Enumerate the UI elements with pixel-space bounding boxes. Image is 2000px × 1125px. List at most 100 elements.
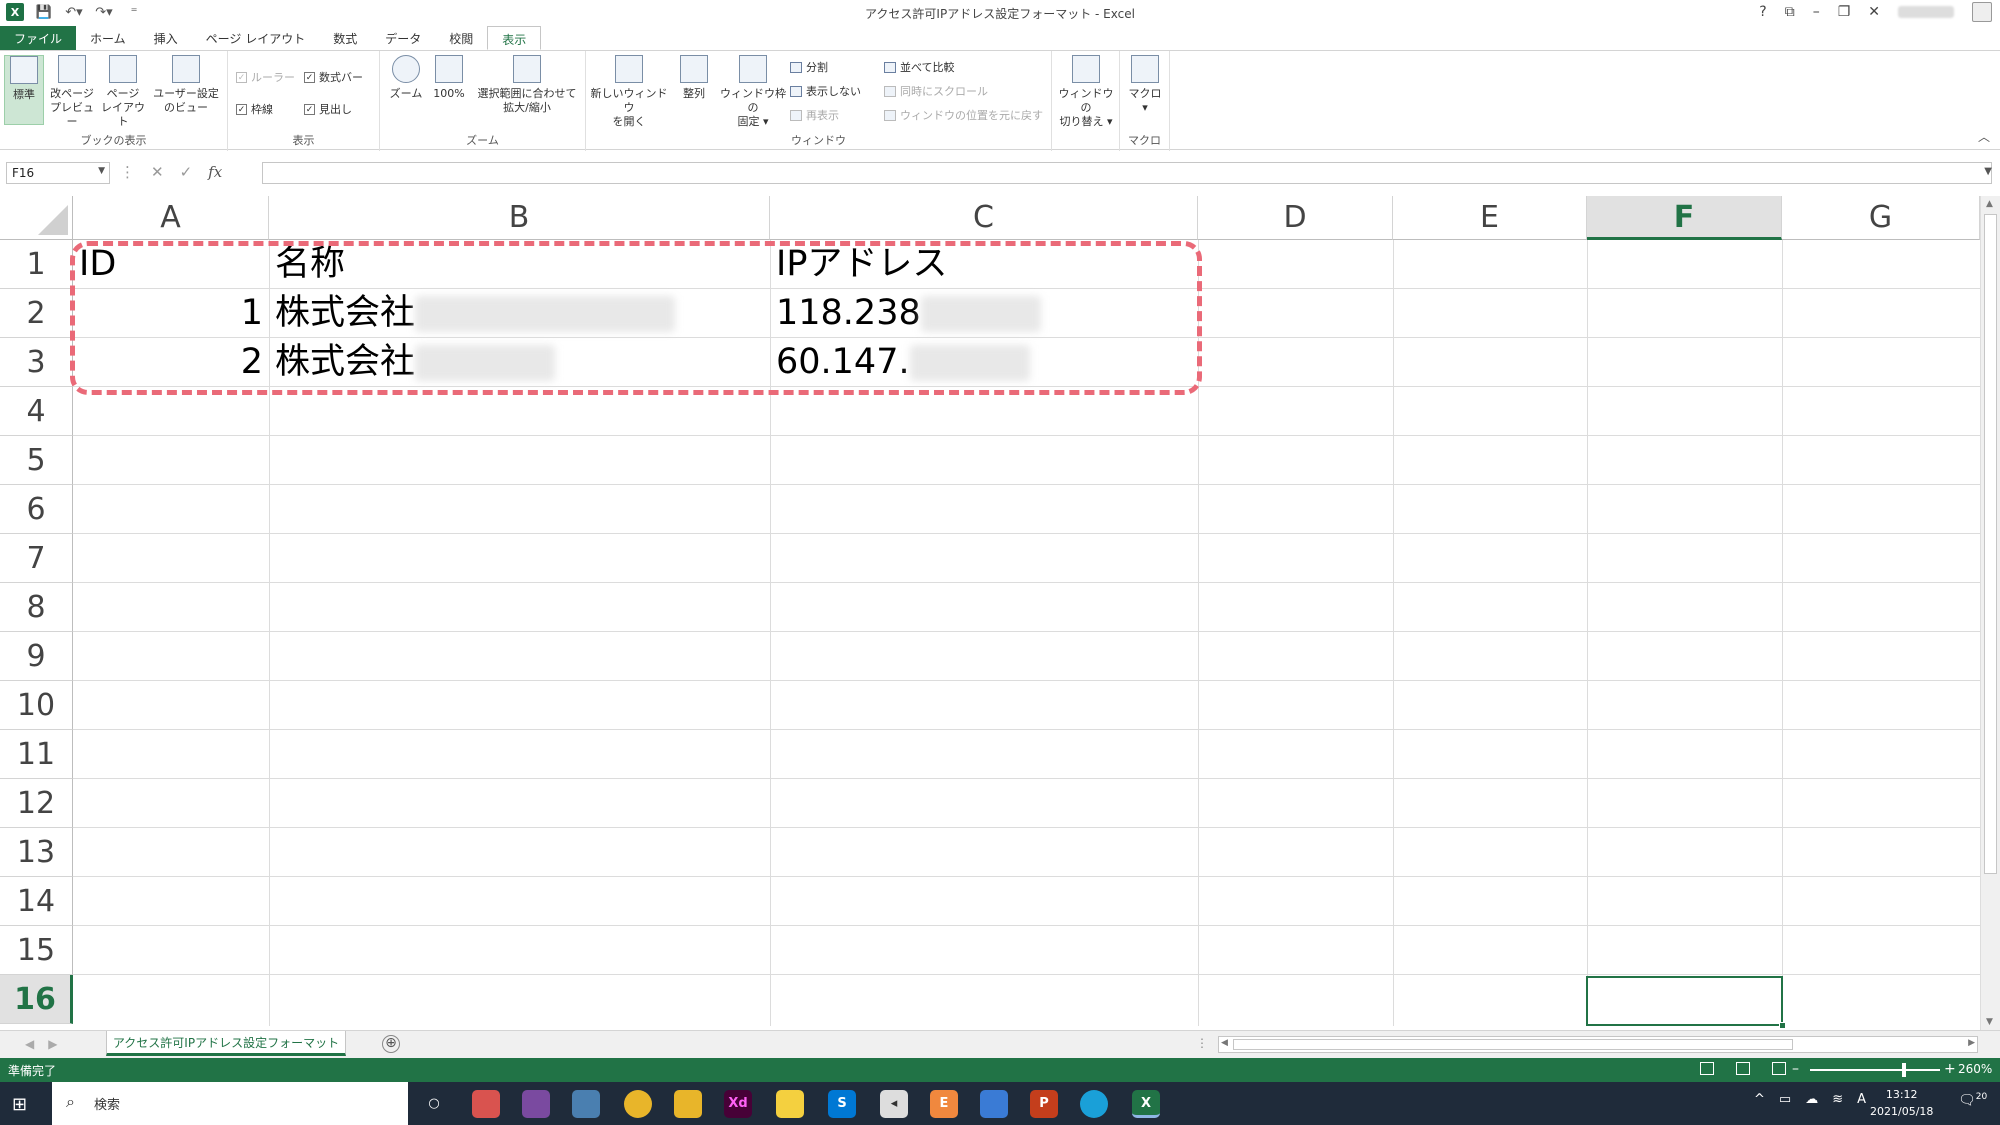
fill-handle[interactable] <box>1779 1022 1786 1029</box>
cortana-icon[interactable]: ○ <box>420 1090 448 1118</box>
tab-review[interactable]: 校閲 <box>435 26 487 50</box>
row-header-15[interactable]: 15 <box>0 926 73 975</box>
column-header-a[interactable]: A <box>73 196 269 240</box>
help-button[interactable]: ? <box>1759 4 1766 20</box>
tab-insert[interactable]: 挿入 <box>140 26 192 50</box>
vertical-scroll-thumb[interactable] <box>1984 214 1997 874</box>
row-header-2[interactable]: 2 <box>0 289 73 338</box>
next-sheet-icon[interactable]: ▶ <box>48 1037 57 1051</box>
page-break-preview-button[interactable]: 改ページ プレビュー <box>48 55 96 129</box>
row-header-16[interactable]: 16 <box>0 975 73 1024</box>
arrange-all-button[interactable]: 整列 <box>674 55 714 101</box>
wifi-icon[interactable]: ≋ <box>1832 1092 1843 1107</box>
freeze-panes-button[interactable]: ウィンドウ枠の 固定 ▾ <box>716 55 790 129</box>
column-header-c[interactable]: C <box>770 196 1198 240</box>
taskbar-app-icon[interactable] <box>472 1090 500 1118</box>
zoom-slider-knob[interactable] <box>1902 1063 1906 1077</box>
column-header-f[interactable]: F <box>1587 196 1782 240</box>
headings-checkbox[interactable]: ✓ 見出し <box>304 101 352 117</box>
formula-bar-checkbox[interactable]: ✓ 数式バー <box>304 69 363 85</box>
active-cell-f16[interactable] <box>1586 976 1786 1029</box>
ribbon-display-options-icon[interactable]: ⧉ <box>1785 4 1795 20</box>
zoom-level[interactable]: 260% <box>1958 1062 1992 1076</box>
row-header-4[interactable]: 4 <box>0 387 73 436</box>
prev-sheet-icon[interactable]: ◀ <box>25 1037 34 1051</box>
tab-view[interactable]: 表示 <box>487 26 542 50</box>
column-header-d[interactable]: D <box>1198 196 1393 240</box>
minimize-button[interactable]: – <box>1813 4 1820 20</box>
row-header-11[interactable]: 11 <box>0 730 73 779</box>
name-box-dropdown-icon[interactable]: ▼ <box>98 166 105 176</box>
ruler-checkbox[interactable]: ✓ ルーラー <box>236 69 295 85</box>
zoom-to-selection-button[interactable]: 選択範囲に合わせて 拡大/縮小 <box>472 55 582 115</box>
collapse-ribbon-icon[interactable]: ︿ <box>1978 128 1990 145</box>
tab-file[interactable]: ファイル <box>0 26 77 50</box>
new-window-button[interactable]: 新しいウィンドウ を開く <box>588 55 670 129</box>
formula-input[interactable] <box>262 162 1992 184</box>
taskbar-clock[interactable]: 13:12 2021/05/18 <box>1870 1086 1933 1120</box>
add-sheet-icon[interactable]: ⊕ <box>382 1035 400 1053</box>
page-layout-shortcut-icon[interactable] <box>1736 1062 1750 1075</box>
scroll-right-icon[interactable]: ▶ <box>1968 1038 1975 1048</box>
row-header-5[interactable]: 5 <box>0 436 73 485</box>
view-side-by-side-button[interactable]: 並べて比較 <box>884 59 955 75</box>
edge-icon[interactable] <box>1080 1090 1108 1118</box>
sheet-tab-active[interactable]: アクセス許可IPアドレス設定フォーマット <box>106 1031 346 1056</box>
macros-button[interactable]: マクロ ▾ <box>1124 55 1166 115</box>
user-name[interactable] <box>1898 6 1954 18</box>
enter-icon[interactable]: ✓ <box>180 163 193 181</box>
scroll-up-icon[interactable]: ▲ <box>1986 199 1993 209</box>
split-button[interactable]: 分割 <box>790 59 828 75</box>
row-header-13[interactable]: 13 <box>0 828 73 877</box>
tab-data[interactable]: データ <box>371 26 435 50</box>
custom-views-button[interactable]: ユーザー設定 のビュー <box>150 55 222 115</box>
ime-indicator[interactable]: A <box>1857 1092 1866 1107</box>
zoom-out-icon[interactable]: – <box>1792 1061 1799 1077</box>
row-header-12[interactable]: 12 <box>0 779 73 828</box>
notification-center-icon[interactable]: 🗨20 <box>1958 1092 1987 1109</box>
chrome-icon[interactable] <box>624 1090 652 1118</box>
horizontal-scroll-thumb[interactable] <box>1233 1039 1793 1050</box>
zoom-slider[interactable] <box>1810 1063 1940 1077</box>
gridlines-checkbox[interactable]: ✓ 枠線 <box>236 101 273 117</box>
column-header-e[interactable]: E <box>1393 196 1587 240</box>
page-layout-view-button[interactable]: ページ レイアウト <box>100 55 146 129</box>
row-header-8[interactable]: 8 <box>0 583 73 632</box>
close-button[interactable]: ✕ <box>1868 4 1880 20</box>
cloud-icon[interactable]: ☁ <box>1805 1092 1818 1107</box>
vertical-scrollbar[interactable]: ▲ ▼ <box>1980 196 2000 1030</box>
zoom-100-button[interactable]: 100% <box>430 55 468 101</box>
synchronous-scrolling-button[interactable]: 同時にスクロール <box>884 83 988 99</box>
normal-view-button[interactable]: 標準 <box>4 55 44 125</box>
skype-icon[interactable]: S <box>828 1090 856 1118</box>
taskbar-app-icon[interactable] <box>572 1090 600 1118</box>
unhide-window-button[interactable]: 再表示 <box>790 107 839 123</box>
reset-window-position-button[interactable]: ウィンドウの位置を元に戻す <box>884 107 1043 123</box>
insert-function-icon[interactable]: fx <box>208 163 222 181</box>
taskbar-app-icon[interactable]: E <box>930 1090 958 1118</box>
horizontal-scrollbar[interactable]: ◀ ▶ <box>1218 1036 1978 1053</box>
row-header-14[interactable]: 14 <box>0 877 73 926</box>
select-all-corner[interactable] <box>0 196 73 240</box>
taskbar-search-box[interactable]: ⌕ 検索 <box>52 1082 408 1125</box>
page-break-shortcut-icon[interactable] <box>1772 1062 1786 1075</box>
tab-split-handle-icon[interactable]: ⋮ <box>1196 1036 1208 1050</box>
taskbar-app-icon[interactable] <box>980 1090 1008 1118</box>
excel-taskbar-icon[interactable]: X <box>1132 1090 1160 1118</box>
switch-windows-button[interactable]: ウィンドウの 切り替え ▾ <box>1054 55 1118 129</box>
taskbar-app-icon[interactable] <box>522 1090 550 1118</box>
row-header-7[interactable]: 7 <box>0 534 73 583</box>
tab-page-layout[interactable]: ページ レイアウト <box>192 26 320 50</box>
row-header-9[interactable]: 9 <box>0 632 73 681</box>
expand-formula-bar-icon[interactable]: ▼ <box>1984 166 1992 177</box>
cancel-icon[interactable]: ✕ <box>151 163 164 181</box>
zoom-in-icon[interactable]: + <box>1944 1061 1956 1077</box>
normal-view-shortcut-icon[interactable] <box>1700 1062 1714 1075</box>
row-header-3[interactable]: 3 <box>0 338 73 387</box>
tab-formulas[interactable]: 数式 <box>319 26 371 50</box>
zoom-button[interactable]: ズーム <box>386 55 426 101</box>
tab-home[interactable]: ホーム <box>76 26 140 50</box>
hide-window-button[interactable]: 表示しない <box>790 83 861 99</box>
row-header-1[interactable]: 1 <box>0 240 73 289</box>
name-box[interactable]: F16 ▼ <box>6 162 110 184</box>
